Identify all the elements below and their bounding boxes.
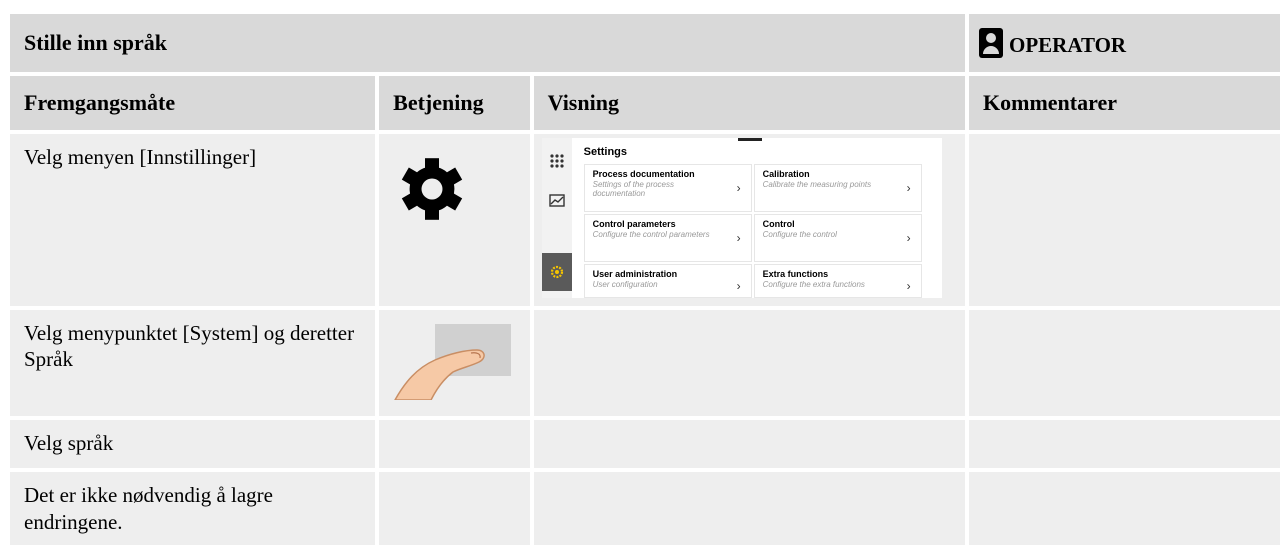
screenshot-title: Settings [583, 146, 628, 158]
role-label: OPERATOR [1009, 33, 1127, 57]
instruction-table: Stille inn språk OPERATOR Fremgangsmåte … [6, 10, 1284, 549]
display-cell [533, 420, 965, 469]
settings-card[interactable]: Extra functions Configure the extra func… [753, 264, 922, 298]
control-cell [379, 420, 530, 469]
card-title: Control [762, 219, 795, 229]
chart-icon [548, 194, 565, 207]
settings-card[interactable]: Calibration Calibrate the measuring poin… [753, 164, 922, 212]
screenshot-handle [737, 138, 762, 147]
column-header-comments: Kommentarer [969, 76, 1280, 130]
card-title: Extra functions [762, 269, 829, 279]
settings-screenshot: Settings Process documentation Settings … [541, 138, 942, 298]
card-title: Calibration [762, 169, 810, 179]
chevron-right-icon: › [906, 231, 911, 245]
comment-cell [969, 134, 1280, 306]
chevron-right-icon: › [736, 231, 741, 245]
card-title: User administration [592, 269, 678, 279]
step-cell: Velg menyen [Innstillinger] [10, 134, 376, 306]
settings-card[interactable]: Process documentation Settings of the pr… [583, 164, 752, 212]
role-header: OPERATOR [969, 14, 1280, 72]
chevron-right-icon: › [736, 279, 741, 293]
sidebar-settings-active[interactable] [541, 253, 572, 291]
cropped-text-strip [0, 0, 1284, 10]
comment-cell [969, 472, 1280, 545]
settings-card[interactable]: User administration User configuration › [583, 264, 752, 298]
display-cell: Settings Process documentation Settings … [533, 134, 965, 306]
card-subtitle: Calibrate the measuring points [762, 180, 872, 189]
settings-card[interactable]: Control parameters Configure the control… [583, 214, 752, 262]
card-subtitle: Settings of the process documentation [592, 180, 675, 199]
card-subtitle: Configure the extra functions [762, 280, 865, 289]
screenshot-sidebar [541, 138, 572, 298]
card-title: Process documentation [592, 169, 695, 179]
column-header-control: Betjening [379, 76, 530, 130]
chevron-right-icon: › [906, 279, 911, 293]
comment-cell [969, 420, 1280, 469]
card-title: Control parameters [592, 219, 676, 229]
section-title: Stille inn språk [10, 14, 965, 72]
chevron-right-icon: › [736, 181, 741, 195]
comment-cell [969, 310, 1280, 417]
grid-icon [550, 154, 564, 168]
control-cell [379, 134, 530, 306]
touch-finger-icon [393, 324, 512, 401]
card-subtitle: User configuration [592, 280, 658, 289]
column-header-display: Visning [533, 76, 965, 130]
gear-icon [401, 158, 463, 220]
settings-card[interactable]: Control Configure the control › [753, 214, 922, 262]
display-cell [533, 310, 965, 417]
operator-user-icon [979, 28, 1003, 58]
chevron-right-icon: › [906, 181, 911, 195]
settings-gear-icon [550, 265, 563, 279]
column-header-procedure: Fremgangsmåte [10, 76, 376, 130]
card-subtitle: Configure the control [762, 230, 837, 239]
step-cell: Velg språk [10, 420, 376, 469]
step-cell: Det er ikke nødvendig å lagre endringene… [10, 472, 376, 545]
display-cell [533, 472, 965, 545]
control-cell [379, 310, 530, 417]
card-subtitle: Configure the control parameters [592, 230, 710, 239]
step-cell: Velg menypunktet [System] og deretter Sp… [10, 310, 376, 417]
control-cell [379, 472, 530, 545]
